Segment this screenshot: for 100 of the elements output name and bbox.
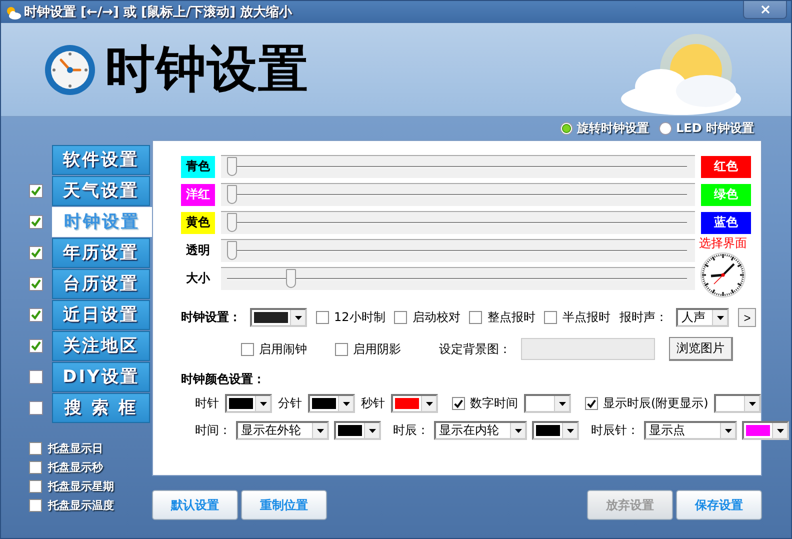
dropdown[interactable]: 人声 bbox=[676, 308, 730, 327]
color-dropdown[interactable] bbox=[391, 394, 438, 413]
checkbox[interactable] bbox=[29, 246, 43, 260]
color-label: 蓝色 bbox=[701, 212, 751, 234]
checkbox[interactable] bbox=[29, 480, 42, 493]
dropdown[interactable]: 显示点 bbox=[644, 421, 737, 440]
checkbox-label: 半点报时 bbox=[562, 309, 610, 326]
dropdown-arrow-icon bbox=[558, 400, 566, 406]
dropdown-arrow-icon bbox=[748, 400, 757, 406]
checkbox-label: 托盘显示星期 bbox=[48, 479, 114, 494]
checkbox[interactable] bbox=[394, 311, 408, 324]
sidebar-tab[interactable]: 软件设置 bbox=[52, 144, 150, 174]
slider-track[interactable] bbox=[221, 239, 695, 262]
checkbox[interactable] bbox=[29, 442, 42, 455]
section-title: 时钟颜色设置： bbox=[181, 371, 266, 388]
checkbox[interactable] bbox=[29, 461, 42, 474]
slider-thumb[interactable] bbox=[227, 213, 237, 232]
color-label: 洋红 bbox=[181, 184, 215, 206]
dropdown[interactable]: 显示在内轮 bbox=[434, 421, 527, 440]
weather-icon bbox=[5, 4, 21, 20]
slider-label: 大小 bbox=[185, 270, 212, 287]
checkbox-label: 整点报时 bbox=[487, 309, 536, 326]
field-label: 时辰针： bbox=[591, 422, 639, 439]
action-button[interactable]: 默认设置 bbox=[152, 490, 238, 520]
slider-thumb[interactable] bbox=[286, 269, 296, 288]
browse-button[interactable]: 浏览图片 bbox=[669, 337, 733, 361]
dropdown-arrow-icon bbox=[294, 314, 302, 320]
page-title: 时钟设置 bbox=[105, 39, 309, 100]
slider-track[interactable] bbox=[221, 155, 695, 178]
color-label: 绿色 bbox=[701, 184, 751, 206]
checkbox-label: 启用闹钟 bbox=[259, 340, 307, 358]
checkbox[interactable] bbox=[29, 184, 43, 198]
dropdown-arrow-icon bbox=[368, 428, 376, 434]
color-dropdown[interactable] bbox=[308, 394, 355, 413]
color-dropdown[interactable] bbox=[524, 394, 571, 413]
checkbox-label: 托盘显示温度 bbox=[48, 498, 114, 513]
slider-track[interactable] bbox=[221, 183, 695, 206]
sidebar-tab[interactable]: 台历设置 bbox=[52, 268, 150, 298]
radio-button[interactable] bbox=[560, 122, 574, 135]
color-dropdown[interactable] bbox=[250, 308, 307, 327]
action-button[interactable]: 重制位置 bbox=[241, 490, 327, 520]
checkbox[interactable] bbox=[316, 311, 329, 324]
sidebar-tab[interactable]: 搜 索 框 bbox=[52, 392, 150, 422]
sidebar-tab[interactable]: 关注地区 bbox=[52, 330, 150, 360]
slider-thumb[interactable] bbox=[227, 241, 237, 260]
sidebar-tab[interactable]: 天气设置 bbox=[52, 176, 150, 206]
checkbox-label: 启用阴影 bbox=[353, 340, 401, 358]
checkbox[interactable] bbox=[29, 308, 43, 322]
checkbox[interactable] bbox=[452, 397, 465, 410]
checkbox-label: 数字时间 bbox=[470, 395, 518, 412]
action-button[interactable]: 保存设置 bbox=[676, 490, 762, 520]
sidebar-tab[interactable]: DIY设置 bbox=[52, 362, 150, 392]
checkbox-label: 显示时辰(附更显示) bbox=[603, 395, 708, 412]
checkbox[interactable] bbox=[585, 397, 598, 410]
field-label: 时间： bbox=[195, 422, 231, 439]
color-dropdown[interactable] bbox=[742, 421, 789, 440]
dropdown-arrow-icon bbox=[316, 428, 324, 434]
checkbox[interactable] bbox=[241, 342, 254, 356]
color-dropdown[interactable] bbox=[225, 394, 272, 413]
checkbox[interactable] bbox=[29, 499, 42, 512]
checkbox[interactable] bbox=[29, 276, 43, 290]
color-dropdown[interactable] bbox=[714, 394, 762, 413]
color-dropdown[interactable] bbox=[334, 421, 381, 440]
color-dropdown[interactable] bbox=[532, 421, 579, 440]
next-button[interactable]: > bbox=[738, 308, 756, 327]
checkbox[interactable] bbox=[29, 370, 43, 384]
field-label: 时钟设置： bbox=[181, 309, 241, 326]
checkbox[interactable] bbox=[469, 311, 482, 324]
sidebar-tab[interactable]: 近日设置 bbox=[52, 300, 150, 330]
radio-button[interactable] bbox=[659, 122, 672, 135]
preview-link[interactable]: 选择界面 bbox=[699, 235, 747, 252]
checkbox[interactable] bbox=[544, 311, 558, 324]
checkbox-label: 托盘显示日 bbox=[48, 441, 103, 456]
field-label: 设定背景图： bbox=[439, 340, 511, 358]
dropdown-arrow-icon bbox=[342, 400, 350, 406]
close-icon bbox=[760, 5, 770, 14]
slider-thumb[interactable] bbox=[227, 185, 237, 204]
checkbox[interactable] bbox=[29, 214, 43, 228]
checkbox-label: 启动校对 bbox=[412, 309, 460, 326]
checkbox-label: 12小时制 bbox=[334, 309, 386, 326]
sidebar-tab[interactable]: 年历设置 bbox=[52, 238, 150, 268]
dropdown-arrow-icon bbox=[424, 400, 434, 406]
slider-thumb[interactable] bbox=[227, 157, 237, 176]
close-button[interactable] bbox=[743, 1, 787, 19]
slider-track[interactable] bbox=[221, 267, 695, 290]
sidebar-tab[interactable]: 时钟设置 bbox=[52, 206, 152, 236]
checkbox[interactable] bbox=[335, 342, 348, 356]
window-title: 时钟设置 [←/→] 或 [鼠标上/下滚动] 放大缩小 bbox=[24, 4, 292, 21]
slider-track[interactable] bbox=[221, 211, 695, 234]
checkbox[interactable] bbox=[29, 400, 43, 414]
checkbox[interactable] bbox=[29, 338, 43, 352]
dropdown-arrow-icon bbox=[724, 428, 732, 434]
image-path-field[interactable] bbox=[521, 338, 655, 360]
dropdown[interactable]: 显示在外轮 bbox=[236, 421, 329, 440]
dropdown-arrow-icon bbox=[258, 400, 268, 406]
field-label: 分针 bbox=[278, 395, 302, 412]
color-label: 黄色 bbox=[181, 212, 215, 234]
radio-label: 旋转时钟设置 bbox=[577, 120, 650, 137]
field-label: 秒针 bbox=[361, 395, 385, 412]
color-label: 青色 bbox=[181, 156, 215, 178]
